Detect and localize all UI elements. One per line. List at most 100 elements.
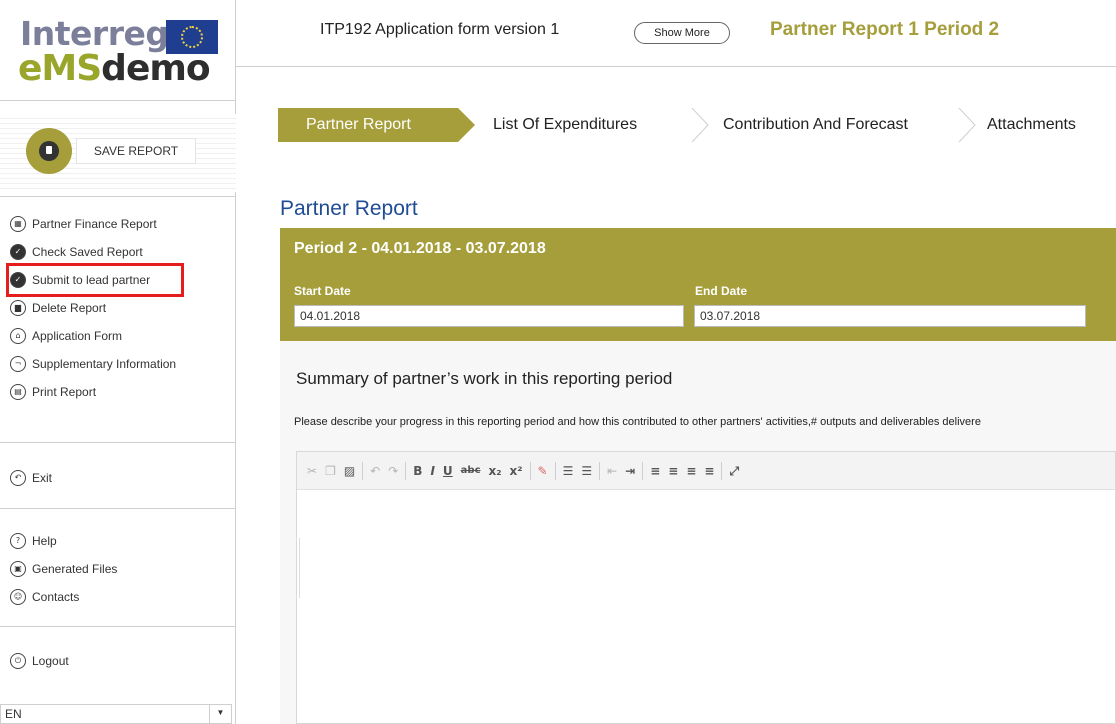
toolbar-separator — [529, 461, 531, 480]
period-panel: Period 2 - 04.01.2018 - 03.07.2018 Start… — [280, 228, 1116, 341]
end-date-field[interactable]: 03.07.2018 — [694, 305, 1086, 327]
chevron-down-icon[interactable]: ▼ — [209, 704, 231, 724]
align-right-icon[interactable]: ≡ — [686, 465, 696, 477]
menu-item-label: Partner Finance Report — [32, 217, 157, 231]
trash-icon: ▆ — [10, 300, 26, 316]
menu-item-label: Supplementary Information — [32, 357, 177, 371]
highlight-box — [6, 263, 184, 297]
question-icon: ? — [10, 533, 26, 549]
tab-separator-chevron — [691, 108, 709, 142]
toolbar-separator — [642, 461, 644, 480]
tab-list-of-expenditures[interactable]: List Of Expenditures — [493, 108, 637, 142]
tab-separator-chevron — [958, 108, 976, 142]
application-form-version: ITP192 Application form version 1 — [320, 21, 560, 38]
save-report-panel: SAVE REPORT — [0, 114, 236, 192]
bulleted-list-icon[interactable]: ☰ — [581, 465, 592, 477]
underline-icon[interactable]: U — [443, 465, 453, 477]
tab-label: Contribution And Forecast — [723, 116, 908, 133]
start-date-field[interactable]: 04.01.2018 — [294, 305, 684, 327]
summary-description: Please describe your progress in this re… — [294, 416, 981, 428]
copy-icon[interactable]: ❐ — [325, 465, 336, 477]
folder-icon: ▣ — [10, 561, 26, 577]
menu-item-exit[interactable]: ↶ Exit — [10, 464, 52, 492]
menu-item-label: Check Saved Report — [32, 245, 143, 259]
undo-icon: ↶ — [10, 470, 26, 486]
outdent-icon[interactable]: ⇤ — [607, 465, 617, 477]
strikethrough-icon[interactable]: abc — [461, 465, 481, 476]
page-title: Partner Report — [280, 197, 418, 220]
bold-icon[interactable]: B — [413, 465, 422, 477]
toolbar-separator — [362, 461, 364, 480]
numbered-list-icon[interactable]: ☰ — [563, 465, 574, 477]
italic-icon[interactable]: I — [430, 465, 434, 477]
cut-icon[interactable]: ✂ — [307, 465, 317, 477]
menu-item-print-report[interactable]: ▤ Print Report — [10, 378, 176, 406]
interreg-ems-logo[interactable]: Interreg eMSdemo — [14, 10, 224, 90]
toolbar-separator — [554, 461, 556, 480]
language-value: EN — [5, 707, 22, 721]
menu-item-logout[interactable]: ⏻ Logout — [10, 647, 69, 675]
menu-item-label: Application Form — [32, 329, 123, 343]
logout-menu: ⏻ Logout — [10, 647, 69, 675]
report-actions-menu: ▦ Partner Finance Report ✓ Check Saved R… — [10, 210, 176, 406]
power-icon: ⏻ — [10, 653, 26, 669]
toolbar-separator — [721, 461, 723, 480]
menu-item-application-form[interactable]: ⌂ Application Form — [10, 322, 176, 350]
sidebar: Interreg eMSdemo SAVE REPORT ▦ Partner F… — [0, 0, 236, 724]
align-center-icon[interactable]: ≡ — [668, 465, 678, 477]
divider — [0, 196, 236, 197]
hook-icon: ¬ — [10, 356, 26, 372]
header-divider — [236, 66, 1116, 67]
logo-ems-demo-text: eMSdemo — [18, 48, 211, 89]
remove-format-icon[interactable]: ✎ — [538, 465, 548, 477]
editor-caret — [299, 538, 300, 598]
building-icon: ⌂ — [10, 328, 26, 344]
check-circle-icon: ✓ — [10, 244, 26, 260]
subscript-icon[interactable]: x₂ — [489, 465, 502, 477]
menu-item-check-saved-report[interactable]: ✓ Check Saved Report — [10, 238, 176, 266]
language-select[interactable]: EN ▼ — [0, 704, 232, 724]
user-icon: ☺ — [10, 589, 26, 605]
period-title: Period 2 - 04.01.2018 - 03.07.2018 — [294, 240, 546, 257]
superscript-icon[interactable]: x² — [510, 465, 523, 477]
report-title: Partner Report 1 Period 2 — [770, 19, 1000, 40]
align-left-icon[interactable]: ≡ — [650, 465, 660, 477]
tab-label: List Of Expenditures — [493, 116, 638, 133]
menu-item-delete-report[interactable]: ▆ Delete Report — [10, 294, 176, 322]
maximize-icon[interactable]: ⤢ — [729, 465, 739, 477]
justify-icon[interactable]: ≡ — [704, 465, 714, 477]
report-tabs: Partner Report List Of Expenditures Cont… — [278, 108, 1116, 142]
menu-item-label: Exit — [32, 471, 53, 485]
toolbar-separator — [405, 461, 407, 480]
tab-partner-report[interactable]: Partner Report — [278, 108, 475, 142]
divider — [0, 442, 236, 443]
menu-item-help[interactable]: ? Help — [10, 527, 117, 555]
undo-icon[interactable]: ↶ — [370, 465, 380, 477]
toolbar-separator — [599, 461, 601, 480]
menu-item-partner-finance-report[interactable]: ▦ Partner Finance Report — [10, 210, 176, 238]
editor-text-area[interactable] — [297, 490, 1115, 723]
menu-item-label: Contacts — [32, 590, 80, 604]
exit-menu: ↶ Exit — [10, 464, 52, 492]
indent-icon[interactable]: ⇥ — [625, 465, 635, 477]
save-report-button[interactable]: SAVE REPORT — [76, 138, 196, 164]
menu-item-generated-files[interactable]: ▣ Generated Files — [10, 555, 117, 583]
tab-label: Attachments — [987, 116, 1076, 133]
tab-attachments[interactable]: Attachments — [987, 108, 1076, 142]
tab-label: Partner Report — [306, 116, 411, 133]
menu-item-label: Print Report — [32, 385, 97, 399]
show-more-button[interactable]: Show More — [634, 22, 730, 44]
paste-text-icon[interactable]: ▨ — [344, 465, 355, 477]
save-report-icon[interactable] — [26, 128, 72, 174]
help-menu: ? Help ▣ Generated Files ☺ Contacts — [10, 527, 117, 611]
start-date-label: Start Date — [294, 284, 351, 298]
menu-item-contacts[interactable]: ☺ Contacts — [10, 583, 117, 611]
tab-contribution-and-forecast[interactable]: Contribution And Forecast — [723, 108, 908, 142]
menu-item-label: Generated Files — [32, 562, 118, 576]
rich-text-editor: ✂ ❐ ▨ ↶ ↷ B I U abc x₂ x² ✎ ☰ ☰ ⇤ ⇥ ≡ ≡ … — [296, 451, 1116, 724]
redo-icon[interactable]: ↷ — [388, 465, 398, 477]
menu-item-supplementary-information[interactable]: ¬ Supplementary Information — [10, 350, 176, 378]
summary-title: Summary of partner’s work in this report… — [296, 369, 673, 388]
end-date-label: End Date — [695, 284, 748, 298]
menu-item-label: Delete Report — [32, 301, 107, 315]
